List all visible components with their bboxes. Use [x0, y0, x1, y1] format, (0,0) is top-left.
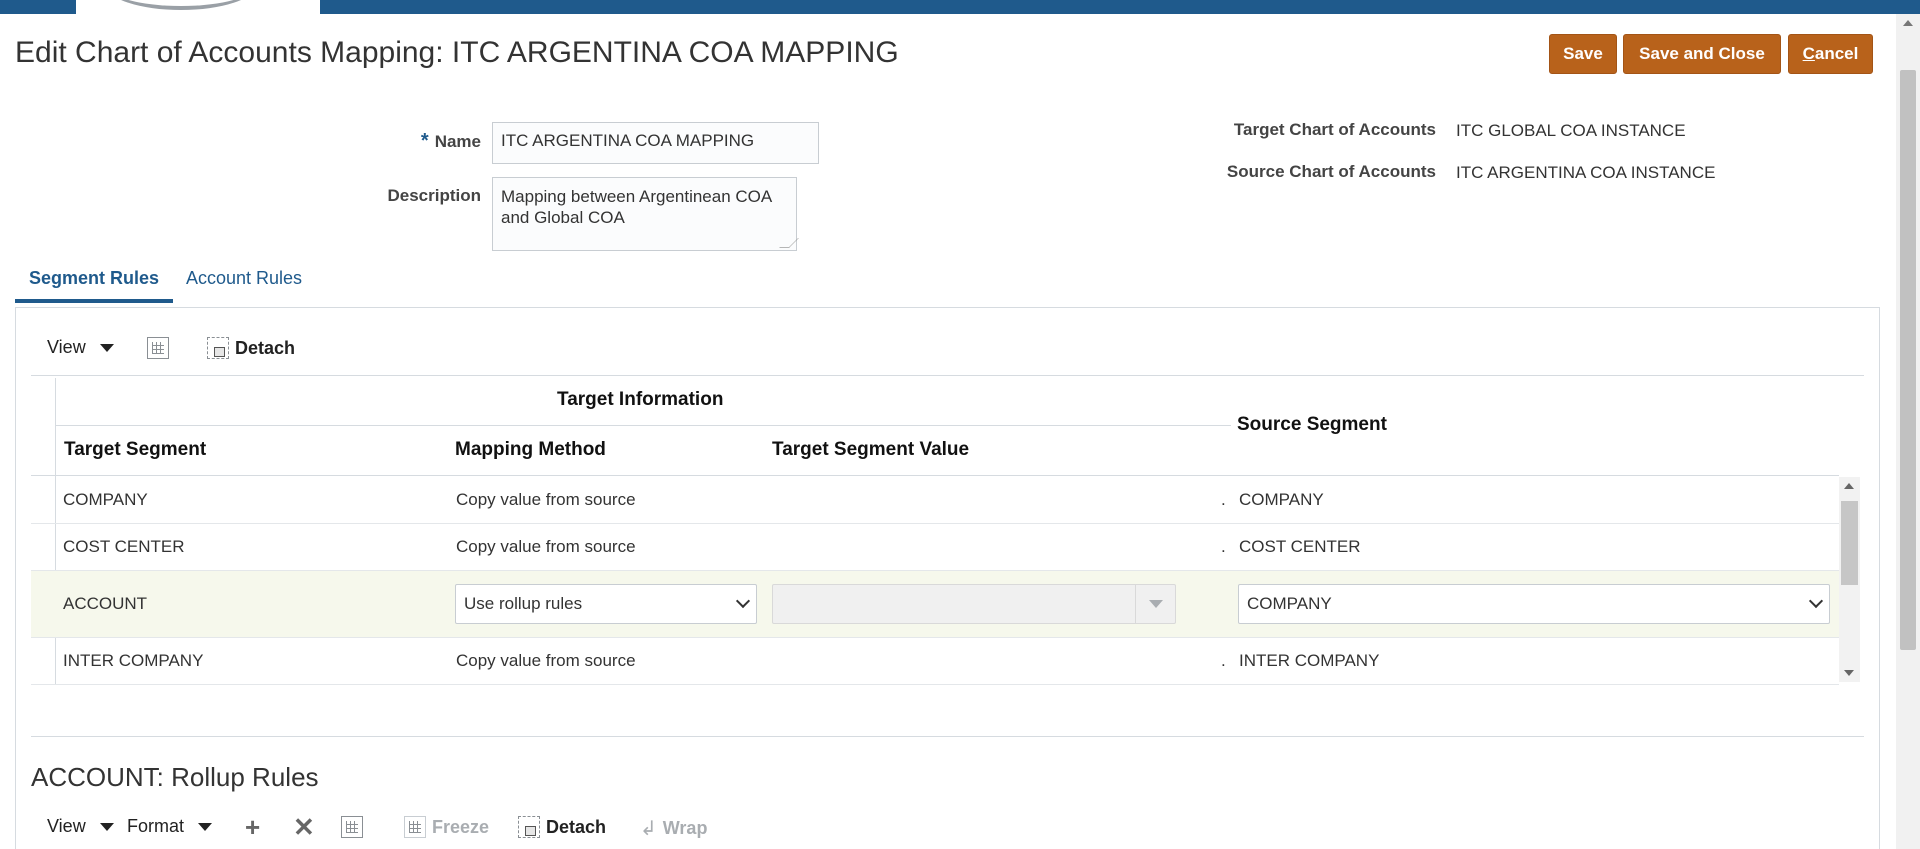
source-segment-value: COMPANY: [1247, 594, 1332, 613]
separator-dot: .: [1221, 537, 1226, 556]
wrap-icon: ↲: [640, 818, 657, 840]
mapping-method-select[interactable]: Use rollup rules: [455, 584, 757, 624]
group-header-divider: [55, 425, 1231, 426]
target-segment-cell: INTER COMPANY: [63, 651, 204, 670]
description-label: Description: [387, 186, 481, 205]
detach-button[interactable]: Detach: [207, 337, 295, 359]
chevron-down-icon: [1808, 593, 1824, 609]
caret-down-icon: [99, 822, 114, 831]
mapping-method-value: Use rollup rules: [464, 594, 583, 613]
name-label-text: Name: [434, 132, 481, 151]
wrap-label: Wrap: [662, 818, 708, 838]
toolbar-divider: [31, 375, 1864, 376]
page-scrollbar[interactable]: [1896, 14, 1920, 849]
header-bottom-divider: [31, 475, 1839, 476]
cancel-label-rest: ancel: [1814, 44, 1859, 63]
page-scroll-thumb[interactable]: [1900, 70, 1916, 650]
column-source-segment[interactable]: Source Segment: [1237, 414, 1387, 436]
description-value: Mapping between Argentinean COA and Glob…: [501, 187, 773, 227]
view-label: View: [47, 816, 86, 836]
separator-dot: .: [1221, 651, 1226, 670]
view-menu[interactable]: View: [47, 337, 114, 358]
save-and-close-button[interactable]: Save and Close: [1623, 34, 1781, 74]
tab-segment-rules[interactable]: Segment Rules: [15, 268, 174, 303]
caret-down-icon: [99, 343, 114, 352]
source-coa-value: ITC ARGENTINA COA INSTANCE: [1456, 163, 1716, 182]
cancel-mnemonic: C: [1802, 44, 1815, 63]
close-icon: ✕: [293, 812, 315, 842]
scroll-thumb[interactable]: [1841, 501, 1858, 585]
view-label: View: [47, 337, 86, 357]
wrap-button: ↲ Wrap: [640, 816, 707, 841]
table-row[interactable]: COST CENTER Copy value from source . COS…: [31, 524, 1839, 571]
target-segment-cell: ACCOUNT: [63, 594, 148, 613]
target-coa-label: Target Chart of Accounts: [1233, 120, 1436, 139]
freeze-label: Freeze: [432, 816, 490, 837]
rollup-format-menu[interactable]: Format: [127, 816, 213, 837]
cancel-button[interactable]: Cancel: [1788, 34, 1873, 74]
tab-account-rules[interactable]: Account Rules: [186, 268, 302, 299]
column-target-segment[interactable]: Target Segment: [64, 439, 206, 461]
column-target-segment-value[interactable]: Target Segment Value: [772, 439, 969, 461]
source-segment-cell: INTER COMPANY: [1239, 651, 1380, 670]
grid-icon: [341, 816, 363, 838]
scroll-up-icon[interactable]: [1844, 483, 1854, 489]
source-segment-cell: COST CENTER: [1239, 537, 1361, 556]
column-mapping-method[interactable]: Mapping Method: [455, 439, 606, 461]
delete-row-button[interactable]: ✕: [293, 812, 315, 843]
table-row[interactable]: COMPANY Copy value from source . COMPANY: [31, 477, 1839, 524]
target-coa-value: ITC GLOBAL COA INSTANCE: [1456, 121, 1686, 140]
detach-icon: [207, 337, 229, 359]
freeze-icon: [404, 816, 426, 838]
scroll-up-icon[interactable]: [1903, 20, 1913, 26]
target-segment-cell: COST CENTER: [63, 537, 185, 556]
section-divider: [31, 736, 1864, 737]
detach-icon: [518, 816, 540, 838]
page-title: Edit Chart of Accounts Mapping: ITC ARGE…: [15, 36, 899, 69]
source-coa-label: Source Chart of Accounts: [1226, 162, 1436, 181]
mapping-method-cell: Copy value from source: [456, 537, 636, 556]
scroll-down-icon[interactable]: [1844, 670, 1854, 676]
logo: [76, 0, 320, 14]
caret-down-icon: [1148, 600, 1163, 608]
source-segment-select[interactable]: COMPANY: [1238, 584, 1830, 624]
source-segment-cell: COMPANY: [1239, 490, 1324, 509]
name-label: * Name: [380, 130, 481, 153]
mapping-method-cell: Copy value from source: [456, 651, 636, 670]
save-button[interactable]: Save: [1549, 34, 1617, 74]
grid-icon: [147, 337, 169, 359]
table-row[interactable]: INTER COMPANY Copy value from source . I…: [31, 638, 1839, 685]
separator-dot: .: [1221, 490, 1226, 509]
rollup-detach-button[interactable]: Detach: [518, 816, 606, 838]
chevron-down-icon: [735, 593, 751, 609]
description-textarea[interactable]: Mapping between Argentinean COA and Glob…: [492, 177, 799, 251]
freeze-columns-button[interactable]: [147, 337, 169, 359]
table-scrollbar[interactable]: [1839, 477, 1860, 682]
required-indicator: *: [420, 130, 429, 152]
rollup-columns-button[interactable]: [341, 816, 363, 838]
plus-icon: +: [245, 812, 261, 842]
format-label: Format: [127, 816, 185, 836]
mapping-method-cell: Copy value from source: [456, 490, 636, 509]
target-information-header: Target Information: [557, 389, 724, 410]
resize-handle[interactable]: [779, 238, 799, 248]
target-segment-value-select: [772, 584, 1176, 624]
detach-label: Detach: [546, 816, 607, 837]
detach-label: Detach: [235, 337, 296, 358]
caret-down-icon: [198, 822, 213, 831]
dropdown-button: [1135, 585, 1175, 623]
rollup-view-menu[interactable]: View: [47, 816, 114, 837]
target-segment-cell: COMPANY: [63, 490, 148, 509]
rollup-rules-title: ACCOUNT: Rollup Rules: [31, 762, 319, 792]
add-row-button[interactable]: +: [245, 812, 260, 843]
freeze-button: Freeze: [404, 816, 489, 838]
table-row-selected[interactable]: ACCOUNT Use rollup rules COMPANY: [31, 571, 1839, 638]
name-input[interactable]: ITC ARGENTINA COA MAPPING: [492, 122, 819, 164]
